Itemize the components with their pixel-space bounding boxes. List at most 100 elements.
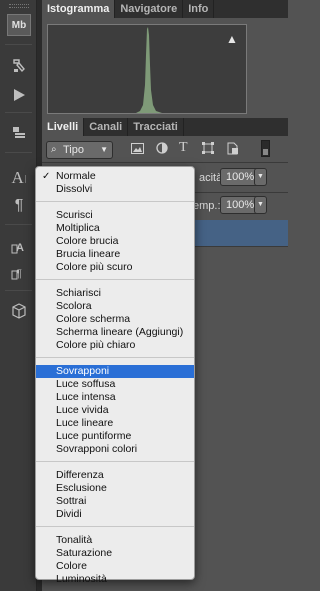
fill-dropdown-button[interactable]: ▼ bbox=[254, 196, 267, 214]
menu-separator bbox=[36, 526, 194, 527]
blend-mode-label: Colore più scuro bbox=[56, 261, 133, 273]
tab-istogramma[interactable]: Istogramma bbox=[42, 0, 116, 18]
chevron-down-icon: ▼ bbox=[257, 201, 264, 208]
blend-mode-label: Tonalità bbox=[56, 534, 93, 546]
blend-mode-label: Sovrapponi colori bbox=[56, 443, 138, 455]
blend-mode-item[interactable]: Scurisci bbox=[36, 209, 194, 222]
histogram-curve bbox=[136, 27, 162, 113]
paragraph-icon[interactable]: ¶ bbox=[7, 195, 31, 217]
tab-info[interactable]: Info bbox=[183, 0, 215, 18]
filter-toggle[interactable] bbox=[261, 140, 270, 157]
blend-mode-label: Colore bbox=[56, 560, 87, 572]
blend-mode-item[interactable]: ✓ Normale bbox=[36, 170, 194, 183]
play-icon[interactable] bbox=[7, 84, 31, 106]
checkmark-icon: ✓ bbox=[42, 171, 51, 182]
blend-mode-label: Colore brucia bbox=[56, 235, 119, 247]
blend-mode-item[interactable]: Luce soffusa bbox=[36, 378, 194, 391]
paragraph-icon-glyph: ¶ bbox=[14, 197, 24, 214]
blend-mode-item[interactable]: Brucia lineare bbox=[36, 248, 194, 261]
filter-kind-select[interactable]: ⌕ Tipo ▼ bbox=[46, 141, 113, 159]
blend-mode-item[interactable]: Dissolvi bbox=[36, 183, 194, 196]
blend-mode-menu: ✓ Normale Dissolvi Scurisci Moltiplica Colore… bbox=[35, 166, 195, 585]
tab-tracciati[interactable]: Tracciati bbox=[128, 118, 184, 136]
type-filter-icon[interactable]: T bbox=[179, 140, 188, 156]
blend-mode-item[interactable]: Colore scherma bbox=[36, 313, 194, 326]
blend-mode-label: Brucia lineare bbox=[56, 248, 121, 260]
blend-mode-label: Luce lineare bbox=[56, 417, 114, 429]
tool-separator bbox=[5, 290, 32, 291]
chevron-down-icon: ▼ bbox=[100, 145, 108, 154]
blend-mode-item[interactable]: Scherma lineare (Aggiungi) bbox=[36, 326, 194, 339]
blend-mode-item[interactable]: Differenza bbox=[36, 469, 194, 482]
blend-mode-label: Luminosità bbox=[56, 573, 107, 585]
blend-mode-label: Differenza bbox=[56, 469, 104, 481]
blend-mode-item[interactable]: Moltiplica bbox=[36, 222, 194, 235]
menu-separator bbox=[36, 357, 194, 358]
blend-mode-label: Luce soffusa bbox=[56, 378, 116, 390]
menu-separator bbox=[36, 461, 194, 462]
adjustment-filter-icon[interactable] bbox=[156, 142, 168, 157]
tool-separator bbox=[5, 112, 32, 113]
blend-mode-item[interactable]: Dividi bbox=[36, 508, 194, 521]
blend-mode-item[interactable]: Colore bbox=[36, 560, 194, 573]
mb-icon[interactable]: Mb bbox=[7, 14, 31, 36]
blend-mode-item[interactable]: Luce intensa bbox=[36, 391, 194, 404]
strip-grip[interactable] bbox=[9, 4, 29, 8]
blend-mode-item[interactable]: Tonalità bbox=[36, 534, 194, 547]
menu-separator bbox=[36, 201, 194, 202]
pixel-filter-icon[interactable] bbox=[131, 142, 144, 157]
blend-mode-item[interactable]: Luce puntiforme bbox=[36, 430, 194, 443]
search-icon: ⌕ bbox=[51, 144, 57, 155]
tab-navigatore[interactable]: Navigatore bbox=[115, 0, 184, 18]
filter-kind-value: Tipo bbox=[63, 144, 84, 156]
fill-label: emp.: bbox=[193, 200, 221, 212]
histogram-panel: ▲ bbox=[42, 18, 288, 118]
fill-value: 100% bbox=[226, 199, 255, 211]
character-styles-icon[interactable]: A bbox=[7, 236, 31, 258]
blend-mode-item[interactable]: Sottrai bbox=[36, 495, 194, 508]
opacity-dropdown-button[interactable]: ▼ bbox=[254, 168, 267, 186]
blend-mode-label: Sovrapponi bbox=[56, 365, 110, 377]
blend-mode-item[interactable]: Sovrapponi bbox=[36, 365, 194, 378]
warning-icon[interactable]: ▲ bbox=[226, 32, 238, 46]
smart-object-filter-icon[interactable] bbox=[227, 142, 239, 158]
blend-mode-item[interactable]: Luminosità bbox=[36, 573, 194, 586]
tool-separator bbox=[5, 152, 32, 153]
blend-mode-item[interactable]: Saturazione bbox=[36, 547, 194, 560]
mb-icon-label: Mb bbox=[11, 19, 27, 31]
blend-mode-label: Dissolvi bbox=[56, 183, 93, 195]
blend-mode-label: Scherma lineare (Aggiungi) bbox=[56, 326, 184, 338]
tab-livelli[interactable]: Livelli bbox=[42, 118, 85, 136]
blend-mode-label: Moltiplica bbox=[56, 222, 100, 234]
blend-mode-item[interactable]: Colore più scuro bbox=[36, 261, 194, 274]
layer-comps-icon[interactable] bbox=[7, 122, 31, 144]
shape-filter-icon[interactable] bbox=[202, 142, 214, 157]
chevron-down-icon: ▼ bbox=[257, 173, 264, 180]
blend-mode-label: Normale bbox=[56, 170, 96, 182]
blend-mode-item[interactable]: Scolora bbox=[36, 300, 194, 313]
blend-mode-label: Dividi bbox=[56, 508, 82, 520]
history-brush-icon[interactable] bbox=[7, 55, 31, 77]
blend-mode-item[interactable]: Colore brucia bbox=[36, 235, 194, 248]
blend-mode-item[interactable]: Luce lineare bbox=[36, 417, 194, 430]
blend-mode-label: Schiarisci bbox=[56, 287, 101, 299]
3d-icon[interactable] bbox=[7, 300, 31, 322]
divider bbox=[42, 162, 288, 163]
character-icon-glyph: A bbox=[11, 168, 24, 187]
blend-mode-label: Sottrai bbox=[56, 495, 87, 507]
blend-mode-item[interactable]: Schiarisci bbox=[36, 287, 194, 300]
layers-panel-tabs: Livelli Canali Tracciati bbox=[42, 118, 288, 136]
character-icon[interactable]: A | bbox=[7, 167, 31, 189]
paragraph-styles-icon[interactable]: ¶ bbox=[7, 262, 31, 284]
blend-mode-label: Luce intensa bbox=[56, 391, 116, 403]
top-panel-tabs: Istogramma Navigatore Info bbox=[42, 0, 288, 18]
blend-mode-item[interactable]: Esclusione bbox=[36, 482, 194, 495]
blend-mode-item[interactable]: Colore più chiaro bbox=[36, 339, 194, 352]
blend-mode-label: Colore scherma bbox=[56, 313, 131, 325]
tool-separator bbox=[5, 44, 32, 45]
blend-mode-item[interactable]: Luce vivida bbox=[36, 404, 194, 417]
tool-separator bbox=[5, 224, 32, 225]
tab-canali[interactable]: Canali bbox=[84, 118, 129, 136]
blend-mode-item[interactable]: Sovrapponi colori bbox=[36, 443, 194, 456]
blend-mode-label: Luce vivida bbox=[56, 404, 109, 416]
